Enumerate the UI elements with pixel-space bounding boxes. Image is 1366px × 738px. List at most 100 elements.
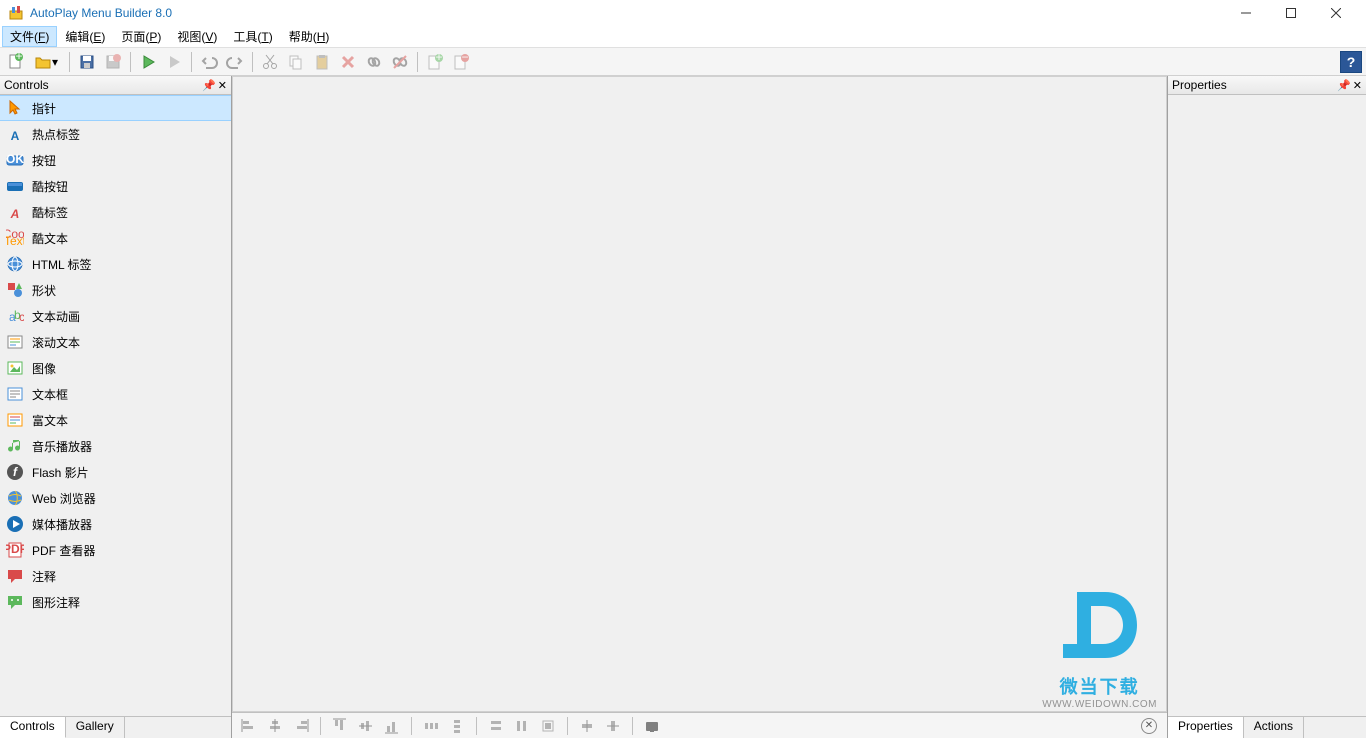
center-v-button[interactable] [602, 716, 624, 736]
pin-icon[interactable]: 📌 [202, 79, 216, 92]
link-break-button[interactable] [388, 50, 412, 74]
control-label: 图像 [32, 360, 56, 377]
redo-button[interactable] [223, 50, 247, 74]
align-top-button[interactable] [329, 716, 351, 736]
control-item-scroll-text[interactable]: 滚动文本 [0, 329, 231, 355]
align-toolbar: ✕ [232, 712, 1167, 738]
new-file-button[interactable]: + [4, 50, 28, 74]
left-panel-tabs: ControlsGallery [0, 716, 231, 738]
same-size-button[interactable] [537, 716, 559, 736]
play-button[interactable] [136, 50, 160, 74]
control-item-globe[interactable]: HTML 标签 [0, 251, 231, 277]
control-item-cool-button[interactable]: 酷按钮 [0, 173, 231, 199]
control-item-media[interactable]: 媒体播放器 [0, 511, 231, 537]
dist-h-button[interactable] [420, 716, 442, 736]
add-page-button[interactable]: + [423, 50, 447, 74]
menu-f[interactable]: 文件(F) [2, 26, 57, 47]
menu-e[interactable]: 编辑(E) [57, 26, 113, 47]
textbox-icon [6, 385, 24, 403]
paste-button[interactable] [310, 50, 334, 74]
control-label: 音乐播放器 [32, 438, 92, 455]
save-disabled-button[interactable] [101, 50, 125, 74]
control-item-cool-text[interactable]: CoolText 酷文本 [0, 225, 231, 251]
center-h-button[interactable] [576, 716, 598, 736]
delete-button[interactable] [336, 50, 360, 74]
titlebar: AutoPlay Menu Builder 8.0 [0, 0, 1366, 26]
control-item-textbox[interactable]: 文本框 [0, 381, 231, 407]
control-item-letter-a-blue[interactable]: A热点标签 [0, 121, 231, 147]
control-item-shapes[interactable]: 形状 [0, 277, 231, 303]
save-button[interactable] [75, 50, 99, 74]
cut-button[interactable] [258, 50, 282, 74]
align-bottom-button[interactable] [381, 716, 403, 736]
test-button[interactable] [641, 716, 663, 736]
menu-p[interactable]: 页面(P) [113, 26, 169, 47]
control-item-browser[interactable]: Web 浏览器 [0, 485, 231, 511]
control-label: HTML 标签 [32, 256, 92, 273]
dist-v-button[interactable] [446, 716, 468, 736]
remove-page-button[interactable]: − [449, 50, 473, 74]
canvas-area[interactable] [232, 76, 1167, 712]
svg-text:A: A [10, 207, 20, 221]
align-center-v-button[interactable] [355, 716, 377, 736]
pointer-icon [6, 99, 24, 117]
maximize-button[interactable] [1268, 1, 1313, 25]
text-anim-icon: abc [6, 307, 24, 325]
control-item-comment[interactable]: 注释 [0, 563, 231, 589]
control-item-pointer[interactable]: 指针 [0, 95, 231, 121]
control-item-pdf[interactable]: PDFPDF 查看器 [0, 537, 231, 563]
menu-t[interactable]: 工具(T) [225, 26, 280, 47]
left-tab-controls[interactable]: Controls [0, 717, 66, 738]
graphic-comment-icon [6, 593, 24, 611]
link-button[interactable] [362, 50, 386, 74]
menu-h[interactable]: 帮助(H) [281, 26, 338, 47]
control-label: 热点标签 [32, 126, 80, 143]
globe-icon [6, 255, 24, 273]
control-item-text-anim[interactable]: abc文本动画 [0, 303, 231, 329]
undo-button[interactable] [197, 50, 221, 74]
app-title: AutoPlay Menu Builder 8.0 [30, 6, 172, 20]
same-width-button[interactable] [485, 716, 507, 736]
close-panel-icon[interactable]: ✕ [218, 79, 227, 92]
browser-icon [6, 489, 24, 507]
letter-a-red-icon: A [6, 203, 24, 221]
cool-text-icon: CoolText [6, 229, 24, 247]
close-document-icon[interactable]: ✕ [1141, 718, 1157, 734]
control-item-graphic-comment[interactable]: 图形注释 [0, 589, 231, 615]
menu-v[interactable]: 视图(V) [169, 26, 225, 47]
minimize-button[interactable] [1223, 1, 1268, 25]
close-button[interactable] [1313, 1, 1358, 25]
flash-icon: f [6, 463, 24, 481]
left-tab-gallery[interactable]: Gallery [66, 717, 125, 738]
copy-button[interactable] [284, 50, 308, 74]
control-item-letter-a-red[interactable]: A酷标签 [0, 199, 231, 225]
control-item-flash[interactable]: fFlash 影片 [0, 459, 231, 485]
control-item-ok-button[interactable]: OK按钮 [0, 147, 231, 173]
control-label: 富文本 [32, 412, 68, 429]
cool-button-icon [6, 177, 24, 195]
close-panel-icon[interactable]: ✕ [1353, 79, 1362, 92]
pdf-icon: PDF [6, 541, 24, 559]
control-label: 图形注释 [32, 594, 80, 611]
right-tab-actions[interactable]: Actions [1244, 717, 1304, 738]
control-label: 酷文本 [32, 230, 68, 247]
align-center-h-button[interactable] [264, 716, 286, 736]
canvas-panel: ✕ 微当下载 WWW.WEIDOWN.COM [232, 76, 1167, 738]
open-file-button[interactable]: ▾ [30, 50, 64, 74]
align-right-button[interactable] [290, 716, 312, 736]
svg-text:+: + [435, 53, 442, 64]
align-left-button[interactable] [238, 716, 260, 736]
menubar: 文件(F)编辑(E)页面(P)视图(V)工具(T)帮助(H) [0, 26, 1366, 48]
properties-panel-header: Properties 📌 ✕ [1168, 76, 1366, 95]
control-item-richtext[interactable]: 富文本 [0, 407, 231, 433]
pin-icon[interactable]: 📌 [1337, 79, 1351, 92]
media-icon [6, 515, 24, 533]
right-tab-properties[interactable]: Properties [1168, 717, 1244, 738]
help-button[interactable]: ? [1340, 51, 1362, 73]
control-item-image[interactable]: 图像 [0, 355, 231, 381]
richtext-icon [6, 411, 24, 429]
play-disabled-button[interactable] [162, 50, 186, 74]
same-height-button[interactable] [511, 716, 533, 736]
control-label: 酷按钮 [32, 178, 68, 195]
control-item-music[interactable]: 音乐播放器 [0, 433, 231, 459]
